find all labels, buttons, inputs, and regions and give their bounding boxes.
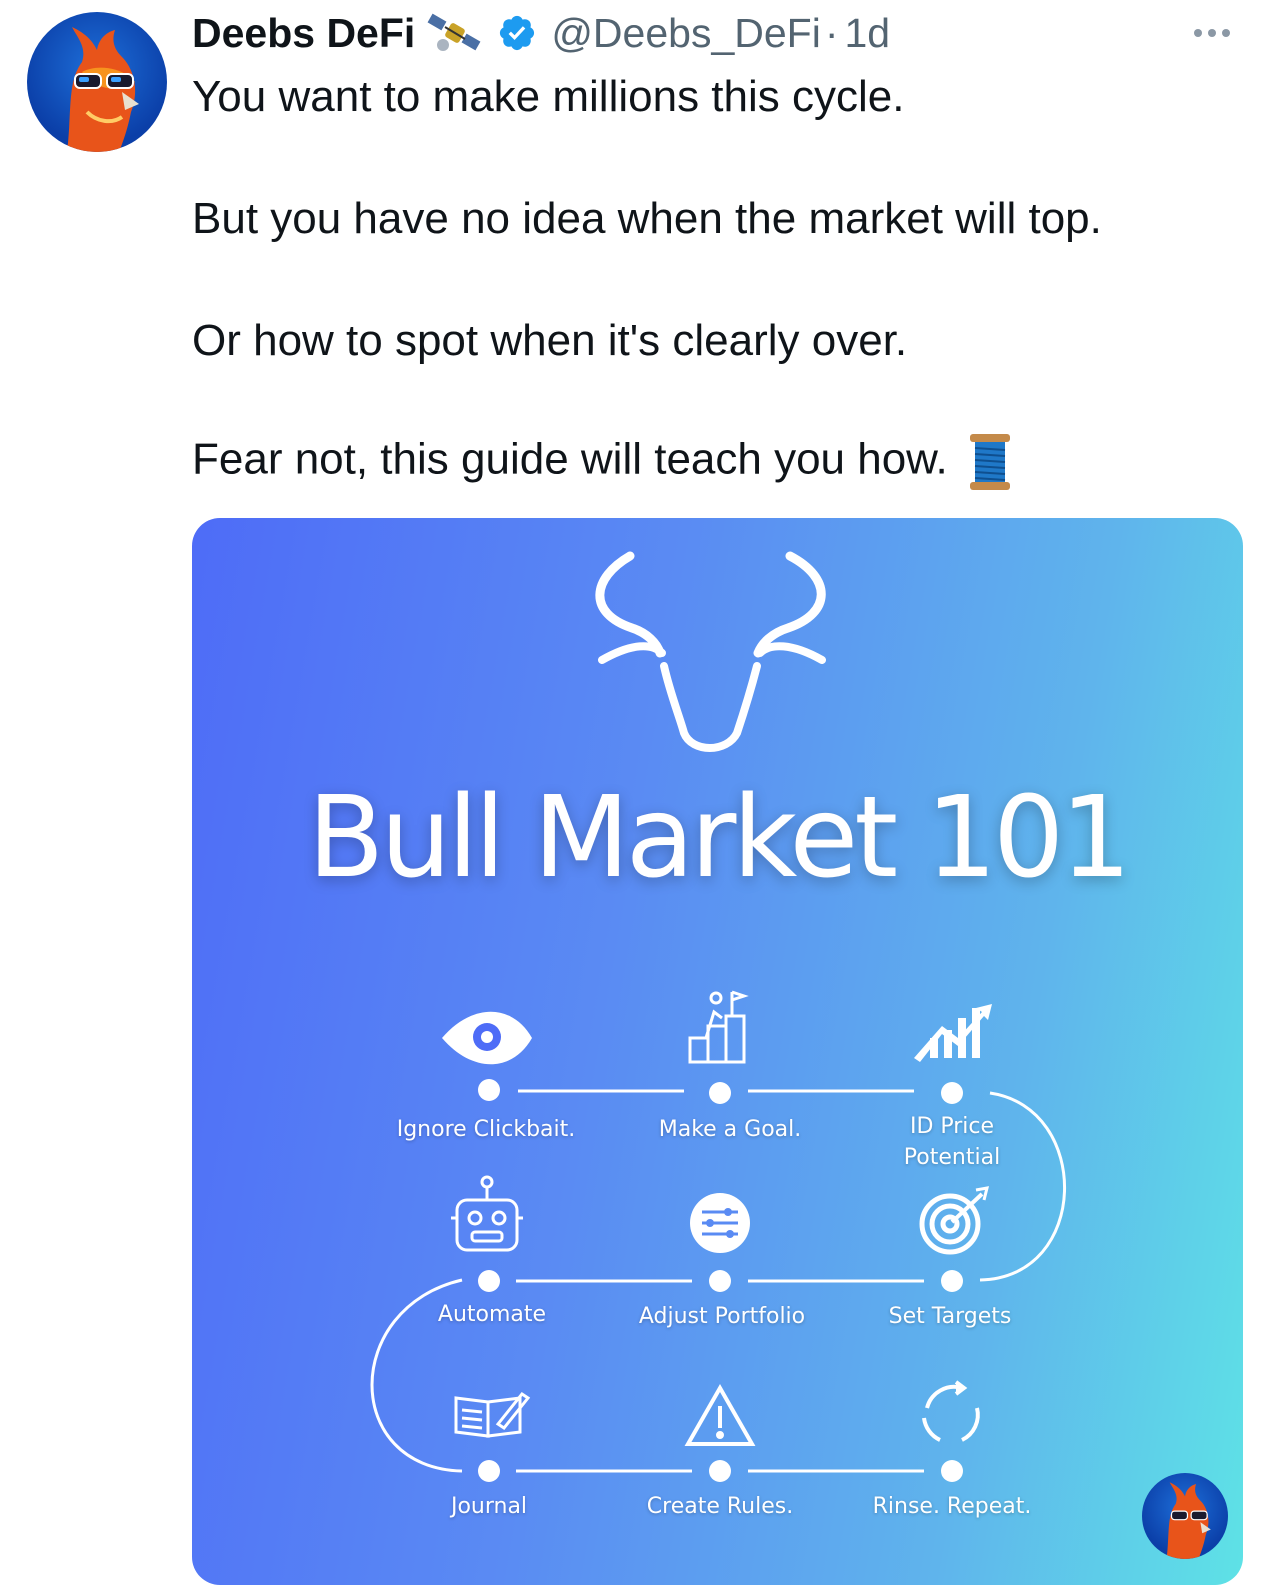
more-options-icon[interactable] — [1194, 22, 1240, 44]
step-label-create-rules: Create Rules. — [646, 1494, 794, 1519]
tweet-media-image[interactable]: Bull Market 101 Ignore Clickbait. Make a… — [192, 518, 1243, 1585]
book-icon — [454, 1391, 531, 1438]
cycle-icon — [922, 1380, 980, 1442]
phoenix-avatar-image — [67, 27, 139, 152]
tweet-timestamp[interactable]: 1d — [844, 10, 890, 57]
tweet-text-line-1: You want to make millions this cycle. — [192, 72, 905, 121]
step-label-id-price-potential: ID Price Potential — [903, 1114, 1001, 1170]
step-label-automate: Automate — [437, 1302, 547, 1327]
tweet-header: Deebs DeFi @Deebs_DeFi · 1d — [192, 8, 890, 58]
sliders-icon — [690, 1193, 750, 1253]
target-icon — [919, 1186, 990, 1255]
robot-icon — [451, 1175, 523, 1252]
step-label-make-a-goal: Make a Goal. — [658, 1117, 802, 1142]
verified-badge-icon[interactable] — [497, 13, 537, 53]
author-avatar[interactable] — [27, 12, 167, 152]
step-label-rinse-repeat: Rinse. Repeat. — [872, 1494, 1032, 1519]
tweet-text-line-4-row: Fear not, this guide will teach you how. — [192, 432, 1012, 492]
step-label-ignore-clickbait: Ignore Clickbait. — [396, 1117, 576, 1142]
satellite-emoji-icon — [427, 11, 483, 55]
infographic-artwork — [370, 551, 1066, 1482]
tweet-text-line-2: But you have no idea when the market wil… — [192, 194, 1102, 243]
watermark-avatar — [1142, 1473, 1228, 1559]
goal-flag-icon — [688, 990, 749, 1064]
author-name[interactable]: Deebs DeFi — [192, 10, 415, 57]
bull-logo-icon — [595, 551, 826, 752]
infographic-title: Bull Market 101 — [307, 773, 1131, 903]
warning-icon — [684, 1383, 756, 1446]
tweet-text-line-3: Or how to spot when it's clearly over. — [192, 316, 908, 365]
tweet-text-line-4: Fear not, this guide will teach you how. — [192, 434, 948, 484]
eye-icon — [442, 1011, 532, 1065]
step-label-set-targets: Set Targets — [888, 1304, 1012, 1329]
thread-spool-emoji-icon — [968, 432, 1012, 492]
step-label-adjust-portfolio: Adjust Portfolio — [638, 1304, 806, 1329]
separator-dot: · — [824, 9, 839, 56]
author-handle[interactable]: @Deebs_DeFi — [551, 10, 821, 57]
growth-chart-icon — [914, 1004, 992, 1062]
step-label-journal: Journal — [450, 1494, 528, 1519]
